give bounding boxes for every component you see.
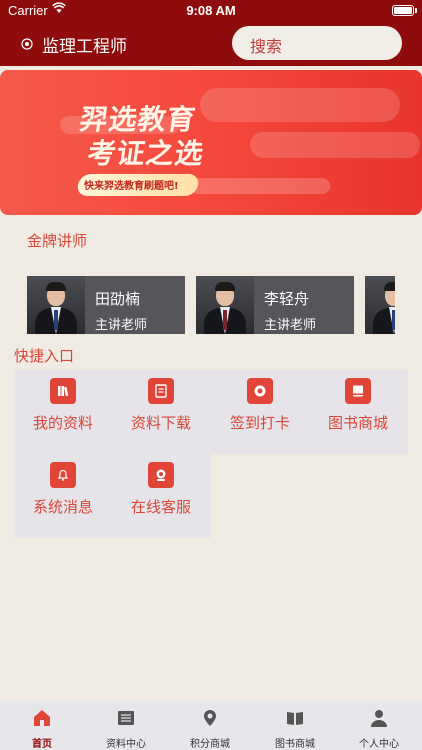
banner-decoration [200, 88, 400, 122]
teacher-photo [196, 276, 254, 334]
tab-materials[interactable]: 资料中心 [84, 700, 168, 750]
document-icon [148, 378, 174, 404]
bottom-tab-bar: 首页 资料中心 积分商城 图书商城 个人中心 [0, 700, 422, 750]
teacher-photo [27, 276, 85, 334]
banner-decoration [250, 132, 420, 158]
teacher-name: 李轻舟 [264, 290, 310, 308]
top-header: Carrier 9:08 AM 监理工程师 搜索 [0, 0, 422, 66]
teacher-card[interactable]: 李轻舟 主讲老师 [196, 276, 354, 334]
quick-entry-bookstore[interactable]: 图书商城 [309, 370, 407, 452]
tab-home[interactable]: 首页 [0, 700, 84, 750]
quick-entry-checkin[interactable]: 签到打卡 [211, 370, 309, 452]
clock: 9:08 AM [186, 3, 236, 18]
teacher-card[interactable] [365, 276, 395, 334]
quick-entry-downloads[interactable]: 资料下载 [112, 370, 210, 452]
battery-tip [415, 8, 417, 13]
quick-entry-label: 系统消息 [32, 498, 93, 516]
tab-label: 资料中心 [106, 739, 146, 750]
battery-icon [392, 5, 414, 16]
search-input[interactable]: 搜索 [232, 26, 402, 60]
quick-entry-support[interactable]: 在线客服 [112, 454, 210, 536]
app-title: 监理工程师 [42, 37, 127, 57]
banner-decoration [190, 178, 330, 194]
teacher-role: 主讲老师 [95, 318, 148, 333]
quick-entry-label: 我的资料 [32, 414, 93, 432]
files-icon [118, 711, 134, 725]
quick-entry-my-materials[interactable]: 我的资料 [14, 370, 112, 452]
books-icon [50, 378, 76, 404]
tab-points-mall[interactable]: 积分商城 [168, 700, 252, 750]
promo-banner[interactable]: 羿选教育 考证之选 快来羿选教育刷题吧! [0, 70, 422, 215]
tab-label: 首页 [32, 739, 52, 750]
quick-entry-label: 图书商城 [327, 414, 388, 432]
book-icon [345, 378, 371, 404]
quick-entry-label: 资料下载 [130, 414, 191, 432]
teacher-card[interactable]: 田劭楠 主讲老师 [27, 276, 185, 334]
home-icon [34, 710, 50, 726]
tab-profile[interactable]: 个人中心 [337, 700, 421, 750]
banner-tagline: 快来羿选教育刷题吧! [84, 181, 179, 192]
bell-icon [50, 462, 76, 488]
points-icon [204, 710, 216, 726]
tab-label: 个人中心 [359, 739, 399, 750]
teacher-role: 主讲老师 [264, 318, 317, 333]
teacher-name: 田劭楠 [95, 290, 141, 308]
logo-icon [21, 38, 33, 50]
tab-label: 图书商城 [275, 739, 315, 750]
quick-entry-label: 在线客服 [130, 498, 191, 516]
teachers-section-title: 金牌讲师 [27, 232, 88, 250]
quick-entry-messages[interactable]: 系统消息 [14, 454, 112, 536]
banner-subheadline: 考证之选 [85, 137, 207, 170]
support-icon [148, 462, 174, 488]
person-icon [371, 710, 387, 727]
status-bar: Carrier 9:08 AM [0, 0, 422, 22]
open-book-icon [287, 712, 303, 725]
teacher-photo [365, 276, 395, 334]
coin-icon [247, 378, 273, 404]
teachers-carousel[interactable]: 田劭楠 主讲老师 李轻舟 主讲老师 [27, 276, 395, 334]
quick-section-title: 快捷入口 [14, 347, 75, 365]
tab-label: 积分商城 [190, 739, 230, 750]
quick-entry-label: 签到打卡 [229, 414, 290, 432]
tab-bookstore[interactable]: 图书商城 [253, 700, 337, 750]
